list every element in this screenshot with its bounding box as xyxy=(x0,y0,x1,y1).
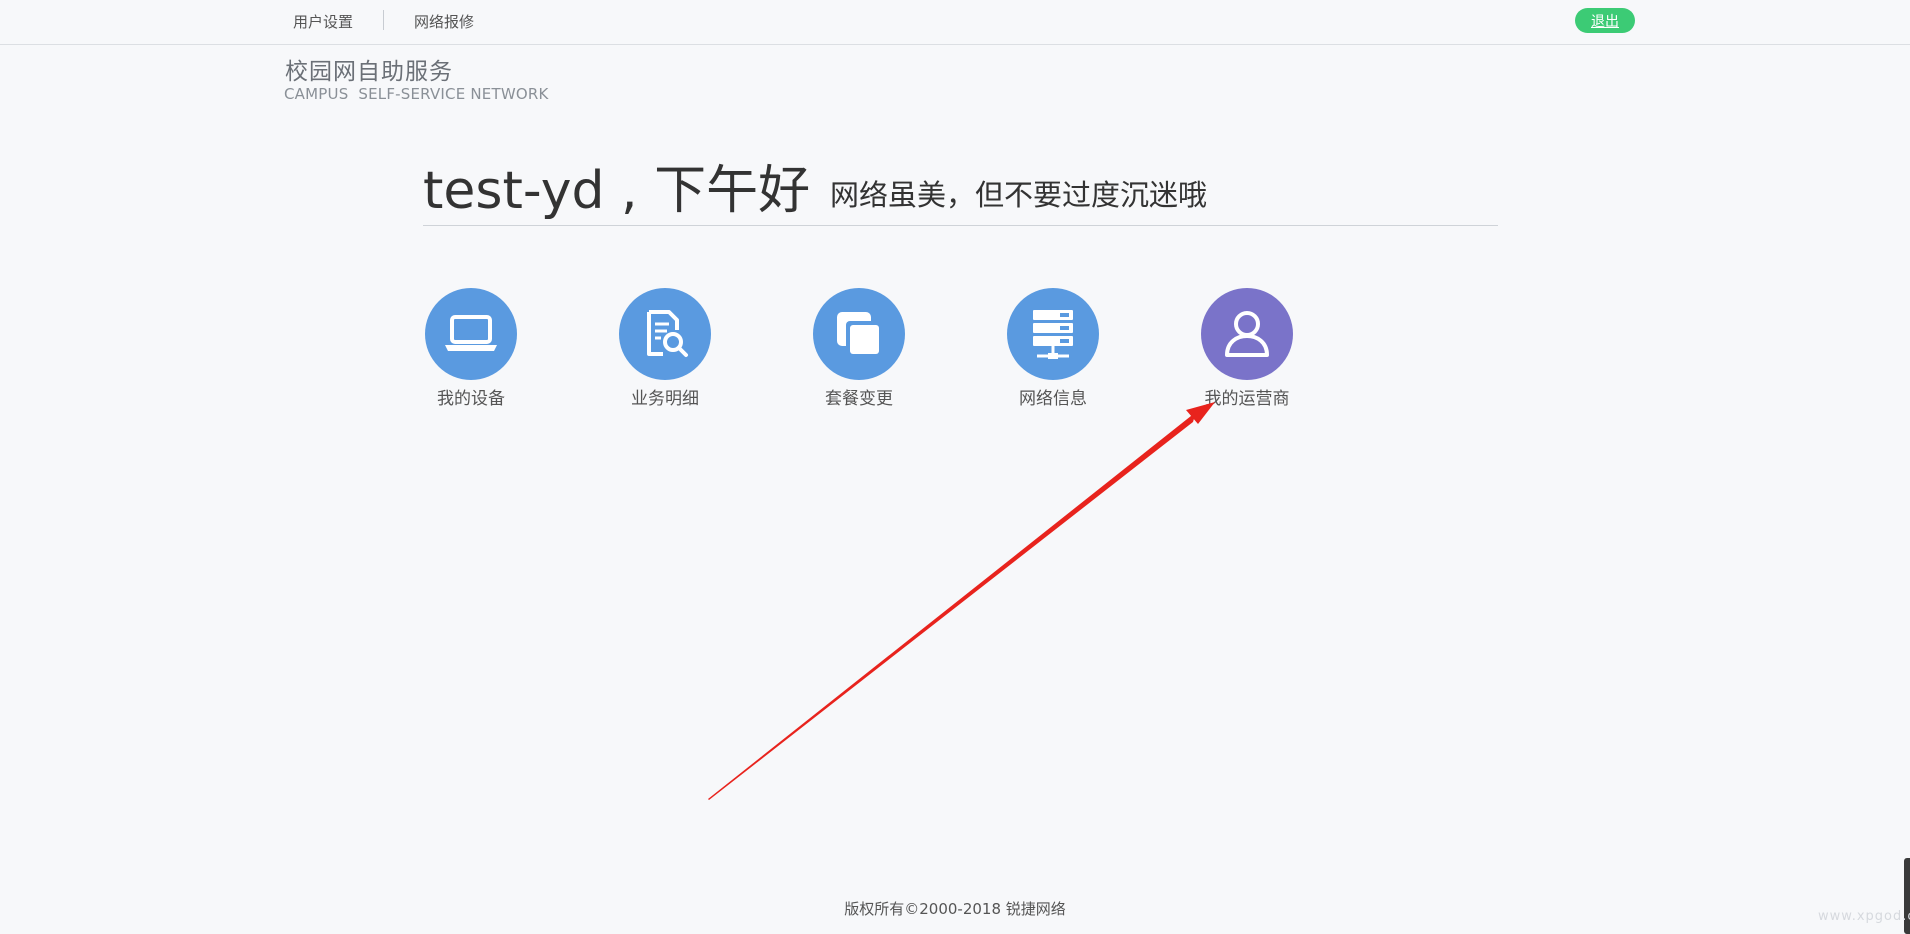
document-search-icon xyxy=(647,310,688,357)
service-business-details[interactable]: 业务明细 xyxy=(595,288,735,409)
logout-button[interactable]: 退出 xyxy=(1575,8,1635,33)
service-package-change[interactable]: 套餐变更 xyxy=(789,288,929,409)
greeting-text: test-yd , 下午好 xyxy=(423,161,811,221)
service-circle xyxy=(1201,288,1293,380)
service-circle xyxy=(813,288,905,380)
server-icon xyxy=(1033,310,1073,359)
service-circle xyxy=(619,288,711,380)
service-label: 我的设备 xyxy=(437,389,505,409)
annotation-arrow xyxy=(708,402,1215,800)
service-my-devices[interactable]: 我的设备 xyxy=(401,288,541,409)
layers-icon xyxy=(837,312,881,356)
service-circle xyxy=(425,288,517,380)
service-label: 套餐变更 xyxy=(825,389,893,409)
laptop-icon xyxy=(445,315,497,351)
nav-user-settings-link[interactable]: 用户设置 xyxy=(293,11,353,32)
top-nav: 用户设置 网络报修 退出 xyxy=(0,0,1910,45)
nav-network-repair-link[interactable]: 网络报修 xyxy=(414,11,474,32)
service-circle xyxy=(1007,288,1099,380)
service-label: 网络信息 xyxy=(1019,389,1087,409)
page: 用户设置 网络报修 退出 校园网自助服务 CAMPUS SELF-SERVICE… xyxy=(0,0,1910,934)
greeting-row: test-yd , 下午好 网络虽美，但不要过度沉迷哦 xyxy=(423,148,1498,226)
greeting-motto: 网络虽美，但不要过度沉迷哦 xyxy=(830,178,1208,212)
brand-title-en: CAMPUS SELF-SERVICE NETWORK xyxy=(284,85,549,103)
nav-divider xyxy=(383,10,384,30)
service-label: 我的运营商 xyxy=(1204,389,1290,409)
brand-title-cn: 校园网自助服务 xyxy=(285,59,453,85)
service-my-carrier[interactable]: 我的运营商 xyxy=(1177,288,1317,409)
service-network-info[interactable]: 网络信息 xyxy=(983,288,1123,409)
watermark: www.xpgod.com xyxy=(1818,909,1910,924)
service-label: 业务明细 xyxy=(631,389,699,409)
user-icon xyxy=(1225,311,1269,357)
footer-copyright: 版权所有©2000-2018 锐捷网络 xyxy=(844,900,1066,918)
